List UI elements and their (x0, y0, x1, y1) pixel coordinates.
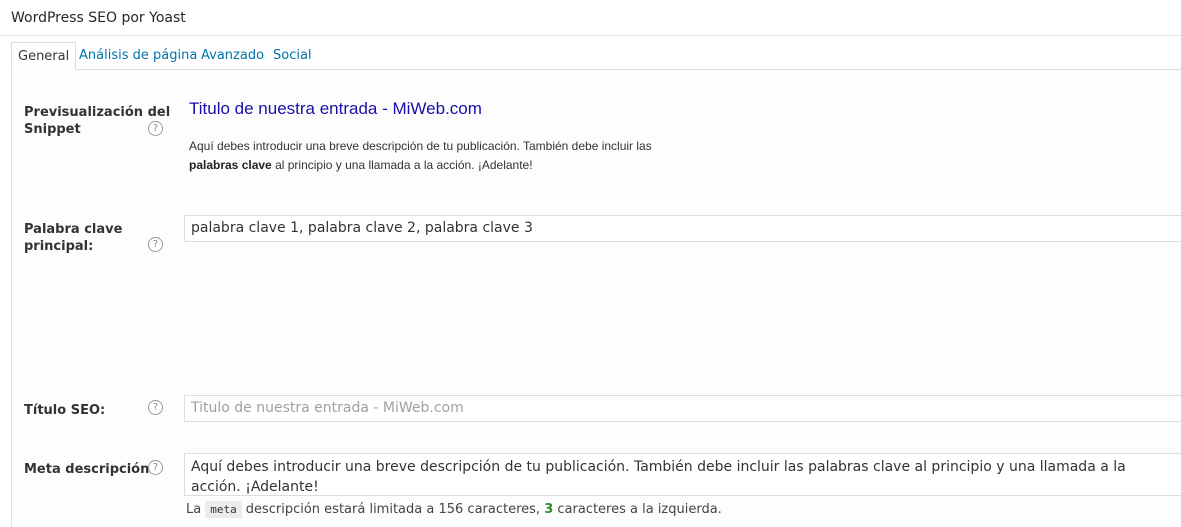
seo-title-input[interactable]: Titulo de nuestra entrada - MiWeb.com (184, 395, 1181, 422)
meta-description-textarea[interactable]: Aquí debes introducir una breve descripc… (184, 453, 1181, 496)
focus-keyword-label-line1: Palabra clave (24, 222, 123, 237)
meta-description-label: Meta descripción: (24, 462, 155, 477)
metabox-header: WordPress SEO por Yoast (0, 0, 1181, 36)
tab-advanced[interactable]: Avanzado (195, 42, 270, 70)
snippet-label-line1: Previsualización del (24, 105, 171, 120)
seo-title-label: Título SEO: (24, 403, 106, 418)
counter-prefix: La (186, 502, 202, 517)
tab-social[interactable]: Social (267, 42, 318, 70)
counter-suffix: caracteres a la izquierda. (557, 502, 722, 517)
metabox-title: WordPress SEO por Yoast (11, 10, 186, 26)
snippet-desc-text-end: al principio y una llamada a la acción. … (275, 158, 533, 172)
focus-keyword-label: Palabra clave principal: (24, 221, 122, 255)
snippet-desc-keywords: palabras clave (189, 158, 272, 172)
counter-middle: descripción estará limitada a 156 caract… (245, 502, 541, 517)
snippet-title: Titulo de nuestra entrada - MiWeb.com (189, 99, 482, 118)
snippet-desc-text: Aquí debes introducir una breve descripc… (189, 139, 652, 153)
meta-code-tag: meta (205, 501, 242, 518)
help-icon[interactable]: ? (148, 237, 163, 252)
tab-general[interactable]: General (11, 42, 77, 70)
focus-keyword-input[interactable]: palabra clave 1, palabra clave 2, palabr… (184, 215, 1181, 242)
remaining-characters-count: 3 (544, 502, 554, 517)
focus-keyword-label-line2: principal: (24, 239, 94, 254)
snippet-preview-label: Previsualización del Snippet (24, 104, 170, 138)
tab-page-analysis[interactable]: Análisis de página (73, 42, 203, 70)
snippet-label-line2: Snippet (24, 122, 81, 137)
meta-description-counter: La meta descripción estará limitada a 156 … (186, 501, 722, 518)
snippet-description: Aquí debes introducir una breve descripc… (189, 137, 709, 175)
tab-bar: General Análisis de página Avanzado Soci… (11, 42, 1181, 70)
help-icon[interactable]: ? (148, 121, 163, 136)
help-icon[interactable]: ? (148, 400, 163, 415)
help-icon[interactable]: ? (148, 460, 163, 475)
